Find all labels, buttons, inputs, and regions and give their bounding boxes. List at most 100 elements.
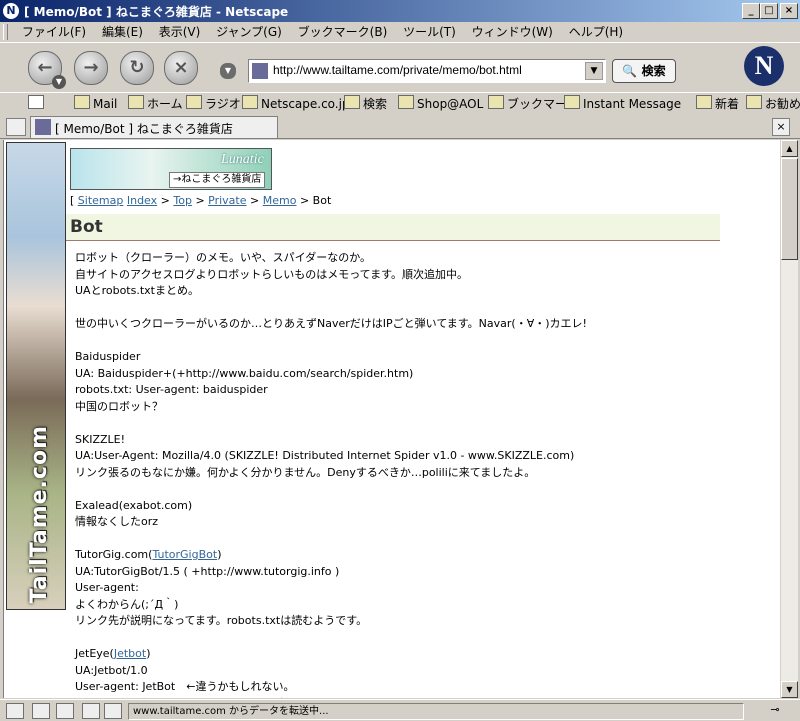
- bookmark-icon: [696, 95, 712, 109]
- url-text[interactable]: http://www.tailtame.com/private/memo/bot…: [273, 63, 522, 77]
- tab-current[interactable]: [ Memo/Bot ] ねこまぐろ雑貨店: [30, 116, 278, 138]
- composer-icon[interactable]: [82, 703, 100, 719]
- minimize-button[interactable]: _: [742, 3, 760, 19]
- memo-line: リンク先が説明になってます。robots.txtは読むようです。: [75, 614, 368, 627]
- memo-line: robots.txt: User-agent: baiduspider: [75, 383, 268, 396]
- search-button[interactable]: 🔍 検索: [612, 59, 676, 83]
- status-bar: www.tailtame.com からデータを転送中... ⊸: [0, 699, 800, 721]
- breadcrumb-private[interactable]: Private: [208, 194, 246, 207]
- sidebar-site-name: TailTame.com: [27, 424, 52, 603]
- close-window-button[interactable]: ×: [780, 3, 798, 19]
- breadcrumb-index[interactable]: Index: [127, 194, 157, 207]
- instant-messenger-icon[interactable]: [56, 703, 74, 719]
- navigation-toolbar: ← ▼ → ↻ × ▼ http://www.tailtame.com/priv…: [0, 42, 800, 114]
- memo-line: キャッシュを行うようなのでnoarchiveが必要です。: [75, 696, 715, 699]
- personal-home[interactable]: ホーム: [128, 95, 183, 113]
- personal-mail[interactable]: Mail: [74, 95, 117, 113]
- breadcrumb: [ Sitemap Index > Top > Private > Memo >…: [70, 194, 332, 207]
- menu-go[interactable]: ジャンプ(G): [210, 22, 288, 42]
- memo-line: ロボット（クローラー）のメモ。いや、スパイダーなのか。: [75, 251, 372, 264]
- title-bar[interactable]: N [ Memo/Bot ] ねこまぐろ雑貨店 - Netscape _ □ ×: [0, 0, 800, 22]
- breadcrumb-sitemap[interactable]: Sitemap: [78, 194, 124, 207]
- menu-view[interactable]: 表示(V): [153, 22, 207, 42]
- stop-button[interactable]: ×: [164, 51, 198, 85]
- forward-arrow-icon: →: [83, 57, 99, 78]
- memo-line: User-agent: JetBot ←違うかもしれない。: [75, 680, 295, 693]
- memo-line: SKIZZLE!: [75, 432, 125, 446]
- close-tab-icon[interactable]: ×: [772, 118, 790, 136]
- site-favicon-icon: [252, 63, 268, 79]
- toolbar-grip[interactable]: [3, 24, 8, 40]
- scroll-thumb[interactable]: [781, 158, 798, 260]
- url-dropdown-icon[interactable]: ▼: [585, 62, 603, 80]
- breadcrumb-current: Bot: [312, 194, 332, 207]
- back-arrow-icon: ←: [37, 57, 53, 78]
- personal-recommended[interactable]: お勧め: [746, 95, 800, 113]
- banner-title: Lunatic: [221, 152, 264, 167]
- navigator-icon[interactable]: [6, 703, 24, 719]
- personal-shop-aol[interactable]: Shop@AOL: [398, 95, 483, 113]
- scroll-up-icon[interactable]: ▲: [781, 140, 798, 157]
- menu-window[interactable]: ウィンドウ(W): [466, 22, 559, 42]
- back-dropdown-icon[interactable]: ▼: [52, 75, 66, 89]
- maximize-button[interactable]: □: [760, 3, 778, 19]
- tutorgigbot-link[interactable]: TutorGigBot: [152, 548, 217, 561]
- tab-bar: [ Memo/Bot ] ねこまぐろ雑貨店 ×: [0, 114, 800, 139]
- vertical-scrollbar[interactable]: ▲ ▼: [780, 140, 798, 698]
- page-title: Bot: [70, 217, 103, 237]
- memo-line: [75, 333, 715, 350]
- memo-line: Baiduspider: [75, 350, 141, 363]
- search-icon: 🔍: [622, 64, 638, 78]
- menu-bookmarks[interactable]: ブックマーク(B): [292, 22, 394, 42]
- banner-link[interactable]: →ねこまぐろ雑貨店: [169, 172, 266, 188]
- breadcrumb-top[interactable]: Top: [173, 194, 192, 207]
- reload-icon: ↻: [129, 57, 145, 78]
- personal-new[interactable]: 新着: [696, 95, 739, 113]
- menu-bar: ファイル(F) 編集(E) 表示(V) ジャンプ(G) ブックマーク(B) ツー…: [0, 22, 800, 42]
- memo-line: 中国のロボット？: [75, 399, 163, 413]
- site-banner[interactable]: Lunatic →ねこまぐろ雑貨店: [70, 148, 272, 190]
- memo-line: [75, 531, 715, 548]
- breadcrumb-memo[interactable]: Memo: [263, 194, 297, 207]
- security-lock-icon[interactable]: ⊸: [760, 703, 790, 717]
- mail-icon: [74, 95, 90, 109]
- mail-status-icon[interactable]: [32, 703, 50, 719]
- address-book-icon[interactable]: [104, 703, 122, 719]
- netscape-logo[interactable]: N: [744, 46, 784, 86]
- bookmark-icon: [746, 95, 762, 109]
- menu-tools[interactable]: ツール(T): [397, 22, 462, 42]
- home-icon: [128, 95, 144, 109]
- memo-line: よくわからん(;´Д｀): [75, 597, 179, 611]
- personal-netscape-cojp[interactable]: Netscape.co.jp: [242, 95, 350, 113]
- personal-instant-message[interactable]: Instant Message: [564, 95, 681, 113]
- netscape-app-icon[interactable]: N: [3, 3, 19, 19]
- sidebar-illustration: TailTame.com: [6, 142, 66, 610]
- scroll-down-icon[interactable]: ▼: [781, 681, 798, 698]
- url-field[interactable]: http://www.tailtame.com/private/memo/bot…: [248, 59, 606, 83]
- personal-toolbar: Mail ホーム ラジオ Netscape.co.jp 検索 Shop@AOL …: [0, 92, 800, 116]
- bookmark-icon: [564, 95, 580, 109]
- menu-edit[interactable]: 編集(E): [96, 22, 149, 42]
- url-history-dropdown-icon[interactable]: ▼: [220, 63, 236, 79]
- reload-button[interactable]: ↻: [120, 51, 154, 85]
- tutorgig-title-line: TutorGig.com(TutorGigBot): [75, 548, 222, 561]
- home-toolbar-toggle-icon[interactable]: [28, 95, 47, 113]
- jetbot-link[interactable]: Jetbot: [114, 647, 146, 660]
- menu-help[interactable]: ヘルプ(H): [563, 22, 629, 42]
- netscape-site-icon: [242, 95, 258, 109]
- window-title: [ Memo/Bot ] ねこまぐろ雑貨店 - Netscape: [24, 5, 289, 19]
- memo-line: UA:TutorGigBot/1.5 ( +http://www.tutorgi…: [75, 564, 340, 578]
- stop-icon: ×: [173, 57, 189, 78]
- memo-line: UAとrobots.txtまとめ。: [75, 284, 199, 297]
- search-icon: [344, 95, 360, 109]
- memo-line: [75, 300, 715, 317]
- forward-button[interactable]: →: [74, 51, 108, 85]
- personal-radio[interactable]: ラジオ: [186, 95, 241, 113]
- tab-favicon-icon: [35, 119, 51, 135]
- new-tab-icon[interactable]: [6, 118, 26, 136]
- personal-search[interactable]: 検索: [344, 95, 387, 113]
- menu-file[interactable]: ファイル(F): [16, 22, 92, 42]
- page-content: TailTame.com Lunatic →ねこまぐろ雑貨店 [ Sitemap…: [3, 140, 781, 698]
- memo-line: 世の中いくつクローラーがいるのか…とりあえずNaverだけはIPごと弾いてます。…: [75, 317, 587, 330]
- memo-line: [75, 630, 715, 647]
